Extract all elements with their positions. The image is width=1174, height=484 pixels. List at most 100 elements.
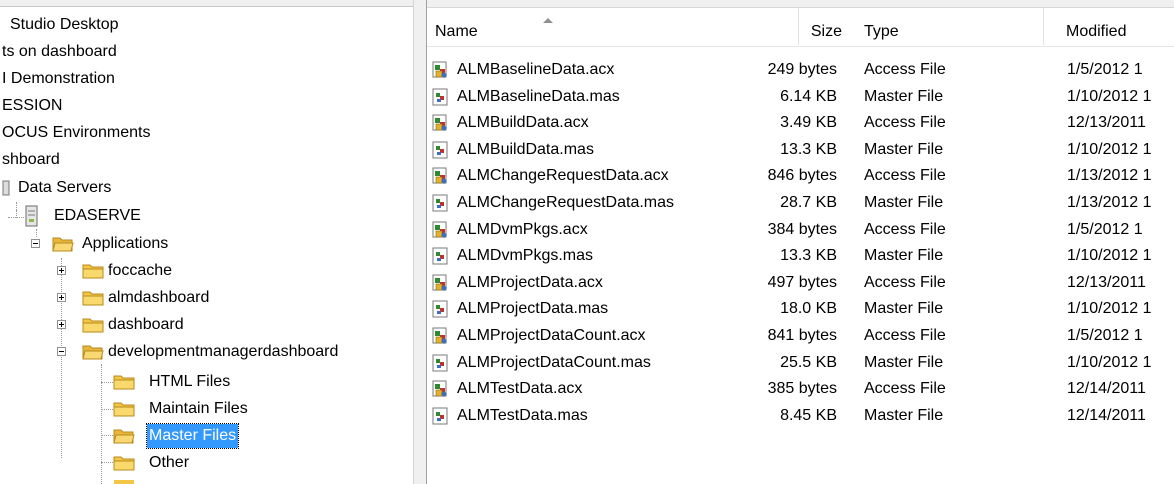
file-size: 13.3 KB xyxy=(780,140,837,158)
column-header-modified[interactable]: Modified xyxy=(1044,8,1174,45)
pane-splitter[interactable] xyxy=(413,0,427,484)
file-size: 8.45 KB xyxy=(780,406,837,424)
file-type: Master File xyxy=(864,406,944,424)
expand-toggle[interactable] xyxy=(57,320,66,329)
file-size: 6.14 KB xyxy=(780,87,837,105)
file-row[interactable]: ALMTestData.mas 8.45 KB Master File 12/14/2… xyxy=(427,403,1174,429)
tree-item-demonstration[interactable]: I Demonstration xyxy=(0,66,117,92)
file-name: ALMTestData.mas xyxy=(457,406,588,424)
access-file-icon xyxy=(432,114,449,132)
file-modified: 1/10/2012 1 xyxy=(1067,87,1152,105)
file-modified: 12/13/2011 xyxy=(1067,114,1146,132)
collapse-toggle[interactable] xyxy=(57,347,66,356)
file-name: ALMDvmPkgs.mas xyxy=(457,247,594,265)
file-name: ALMTestData.acx xyxy=(457,380,583,398)
file-type: Access File xyxy=(864,380,946,398)
folder-icon xyxy=(82,318,104,333)
tree-item-foccache[interactable]: foccache xyxy=(106,258,174,284)
access-file-icon xyxy=(432,61,449,79)
file-type: Master File xyxy=(864,353,944,371)
tree-item-other[interactable]: Other xyxy=(147,450,191,476)
master-file-icon xyxy=(432,247,449,265)
file-row[interactable]: ALMBaselineData.acx 249 bytes Access File 1… xyxy=(427,57,1174,83)
tree-line xyxy=(101,462,113,463)
file-row[interactable]: ALMBaselineData.mas 6.14 KB Master File 1/1… xyxy=(427,84,1174,110)
tree-pane[interactable]: Studio Desktop ts on dashboard I Demonst… xyxy=(0,0,413,484)
tree-item-data-servers[interactable]: Data Servers xyxy=(16,175,113,201)
collapse-toggle[interactable] xyxy=(31,239,40,248)
file-row[interactable]: ALMBuildData.acx 3.49 KB Access File 12/13/… xyxy=(427,110,1174,136)
expand-toggle[interactable] xyxy=(57,293,66,302)
folder-icon xyxy=(82,291,104,306)
file-row[interactable]: ALMProjectData.acx 497 bytes Access File 12… xyxy=(427,270,1174,296)
folder-icon xyxy=(82,264,104,279)
tree-item-dashboard[interactable]: dashboard xyxy=(106,312,186,338)
file-row[interactable]: ALMProjectDataCount.mas 25.5 KB Master Fil… xyxy=(427,350,1174,376)
file-size: 25.5 KB xyxy=(780,353,837,371)
file-name: ALMProjectDataCount.acx xyxy=(457,327,646,344)
file-size: 385 bytes xyxy=(767,380,837,398)
list-top-edge xyxy=(427,0,1174,8)
file-modified: 1/5/2012 1 xyxy=(1067,61,1143,78)
file-row[interactable]: ALMChangeRequestData.acx 846 bytes Access … xyxy=(427,163,1174,189)
column-header-name[interactable]: Name xyxy=(427,8,799,45)
access-file-icon xyxy=(432,221,449,239)
tree-line xyxy=(36,229,37,237)
tree-item-focus-environments[interactable]: OCUS Environments xyxy=(0,120,153,146)
column-header-size[interactable]: Size xyxy=(799,8,854,45)
tree-item-label: HTML Files xyxy=(149,373,231,390)
folder-open-icon xyxy=(82,345,104,360)
column-header-label: Name xyxy=(435,23,478,40)
file-list-pane[interactable]: Name Size Type Modified ALMBaselineData.… xyxy=(427,0,1174,484)
file-modified: 1/13/2012 1 xyxy=(1067,194,1152,211)
tree-item-label: almdashboard xyxy=(108,289,210,306)
file-type: Access File xyxy=(864,220,946,238)
tree-item-label: ESSION xyxy=(2,97,63,114)
file-row[interactable]: ALMDvmPkgs.acx 384 bytes Access File 1/5/20… xyxy=(427,217,1174,243)
folder-open-icon xyxy=(113,429,135,444)
file-name: ALMProjectData.acx xyxy=(457,273,603,291)
tree-line xyxy=(101,409,113,410)
tree-item-master-files[interactable]: Master Files xyxy=(145,423,240,449)
file-modified: 12/13/2011 xyxy=(1067,273,1146,291)
tree-item-developmentmanagerdashboard[interactable]: developmentmanagerdashboard xyxy=(106,339,340,365)
tree-item-label: EDASERVE xyxy=(54,207,141,224)
file-name: ALMProjectDataCount.mas xyxy=(457,353,651,371)
file-row[interactable]: ALMBuildData.mas 13.3 KB Master File 1/10/2… xyxy=(427,137,1174,163)
tree-item-edaserve[interactable]: EDASERVE xyxy=(52,203,143,229)
folder-open-icon xyxy=(52,237,74,252)
tree-top-edge xyxy=(0,0,413,7)
tree-item-maintain-files[interactable]: Maintain Files xyxy=(147,396,250,422)
column-header-type[interactable]: Type xyxy=(854,8,1044,45)
file-size: 3.49 KB xyxy=(780,114,837,132)
file-name: ALMChangeRequestData.acx xyxy=(457,167,669,185)
master-file-icon xyxy=(432,407,449,425)
tree-item-dashboard-root[interactable]: shboard xyxy=(0,147,62,173)
tree-item-studio-desktop[interactable]: Studio Desktop xyxy=(8,12,121,38)
tree-item-reports-on-dashboard[interactable]: ts on dashboard xyxy=(0,39,119,65)
tree-item-label: shboard xyxy=(2,151,60,168)
folder-icon xyxy=(114,480,134,484)
file-row[interactable]: ALMTestData.acx 385 bytes Access File 12/14… xyxy=(427,376,1174,402)
tree-item-almdashboard[interactable]: almdashboard xyxy=(106,285,211,311)
tree-item-session[interactable]: ESSION xyxy=(0,93,64,119)
column-header-label: Size xyxy=(810,23,842,40)
file-row[interactable]: ALMChangeRequestData.mas 28.7 KB Master Fi… xyxy=(427,190,1174,216)
file-row[interactable]: ALMProjectDataCount.acx 841 bytes Access F… xyxy=(427,323,1174,349)
folder-icon xyxy=(113,402,135,417)
access-file-icon xyxy=(432,274,449,292)
tree-item-html-files[interactable]: HTML Files xyxy=(147,369,232,395)
file-row[interactable]: ALMProjectData.mas 18.0 KB Master File 1/10… xyxy=(427,296,1174,322)
tree-item-applications[interactable]: Applications xyxy=(80,231,170,257)
file-type: Access File xyxy=(864,327,946,344)
file-type: Master File xyxy=(864,87,944,105)
file-type: Access File xyxy=(864,167,946,185)
file-modified: 1/10/2012 1 xyxy=(1067,140,1152,158)
expand-toggle[interactable] xyxy=(57,266,66,275)
tree-line xyxy=(61,258,62,458)
folder-icon xyxy=(113,375,135,390)
tree-item-label: Other xyxy=(149,454,190,471)
file-row[interactable]: ALMDvmPkgs.mas 13.3 KB Master File 1/10/201… xyxy=(427,243,1174,269)
server-icon xyxy=(25,205,38,227)
file-size: 846 bytes xyxy=(767,167,837,185)
